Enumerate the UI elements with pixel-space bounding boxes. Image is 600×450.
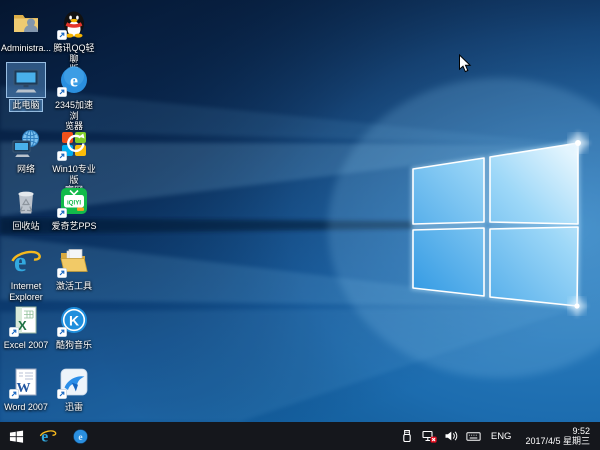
desktop-icon-2345-browser[interactable]: e 2345加速浏览器 (48, 62, 100, 133)
qq-penguin-icon (54, 5, 94, 41)
blue-e-browser-icon: e (72, 428, 89, 445)
desktop-icon-xunlei[interactable]: 迅雷 (48, 364, 100, 414)
taskbar-2345-browser-button[interactable]: e (64, 422, 96, 450)
desktop-icon-activation-tools[interactable]: 激活工具 (48, 243, 100, 293)
touch-keyboard-icon[interactable] (466, 422, 481, 450)
word-page-icon: W (6, 364, 46, 400)
svg-text:e: e (78, 431, 82, 442)
desktop-icon-administrator[interactable]: Administra... (0, 5, 52, 55)
svg-text:iQIYI: iQIYI (67, 200, 81, 207)
computer-monitor-icon (6, 62, 46, 98)
icon-label: 酷狗音乐 (53, 339, 95, 352)
icon-label: 迅雷 (62, 401, 86, 414)
desktop-icon-excel-2007[interactable]: X Excel 2007 (0, 302, 52, 352)
shortcut-arrow-icon (57, 389, 67, 399)
taskbar: e e (0, 422, 600, 450)
svg-text:e: e (70, 71, 78, 91)
windows-start-icon (9, 429, 24, 444)
icon-label: 此电脑 (9, 99, 42, 112)
desktop-icon-iqiyi-pps[interactable]: iQIYI 爱奇艺PPS (48, 183, 100, 233)
taskbar-clock[interactable]: 9:52 2017/4/5 星期三 (521, 426, 594, 447)
icon-label: Word 2007 (1, 401, 51, 414)
shortcut-arrow-icon (57, 208, 67, 218)
windows10-desktop: Administra... 腾讯QQ轻聊版 (0, 0, 600, 450)
desktop-icon-internet-explorer[interactable]: e InternetExplorer (0, 243, 52, 303)
taskbar-internet-explorer-button[interactable]: e (32, 422, 64, 450)
icon-label: InternetExplorer (6, 280, 46, 303)
open-folder-icon (54, 243, 94, 279)
icon-label: Excel 2007 (1, 339, 52, 352)
svg-text:K: K (69, 313, 79, 329)
desktop-icon-this-pc[interactable]: 此电脑 (0, 62, 52, 112)
shortcut-arrow-icon (57, 151, 67, 161)
recycle-bin-icon (6, 183, 46, 219)
shortcut-arrow-icon (57, 268, 67, 278)
svg-text:e: e (14, 247, 26, 277)
ie-e-swoosh-icon: e (6, 243, 46, 279)
icon-label: 激活工具 (53, 280, 95, 293)
clock-time: 9:52 (525, 426, 590, 437)
icon-label: 爱奇艺PPS (48, 220, 99, 233)
xunlei-bird-icon (54, 364, 94, 400)
desktop-icon-recycle-bin[interactable]: 回收站 (0, 183, 52, 233)
shortcut-arrow-icon (9, 327, 19, 337)
shortcut-arrow-icon (57, 87, 67, 97)
globe-monitor-icon (6, 126, 46, 162)
shortcut-arrow-icon (57, 30, 67, 40)
user-folder-icon (6, 5, 46, 41)
shortcut-arrow-icon (57, 327, 67, 337)
icon-label: Administra... (0, 42, 54, 55)
desktop-icon-word-2007[interactable]: W Word 2007 (0, 364, 52, 414)
usb-device-icon[interactable] (400, 422, 415, 450)
blue-e-browser-icon: e (54, 62, 94, 98)
windows-tiles-refresh-icon (54, 126, 94, 162)
desktop-icon-kugou-music[interactable]: K 酷狗音乐 (48, 302, 100, 352)
excel-page-icon: X (6, 302, 46, 338)
language-indicator[interactable]: ENG (488, 431, 515, 442)
start-button[interactable] (0, 422, 32, 450)
clock-date: 2017/4/5 星期三 (525, 436, 590, 447)
iqiyi-tv-icon: iQIYI (54, 183, 94, 219)
volume-icon[interactable] (444, 422, 459, 450)
network-disconnected-icon[interactable] (422, 422, 437, 450)
icon-label: 网络 (14, 163, 38, 176)
system-tray: ENG 9:52 2017/4/5 星期三 (400, 422, 600, 450)
svg-text:X: X (18, 318, 27, 333)
icon-label: 回收站 (9, 220, 42, 233)
mouse-cursor (458, 54, 472, 74)
ie-e-swoosh-icon: e (39, 427, 57, 445)
shortcut-arrow-icon (9, 389, 19, 399)
desktop-icon-network[interactable]: 网络 (0, 126, 52, 176)
kugou-k-circle-icon: K (54, 302, 94, 338)
